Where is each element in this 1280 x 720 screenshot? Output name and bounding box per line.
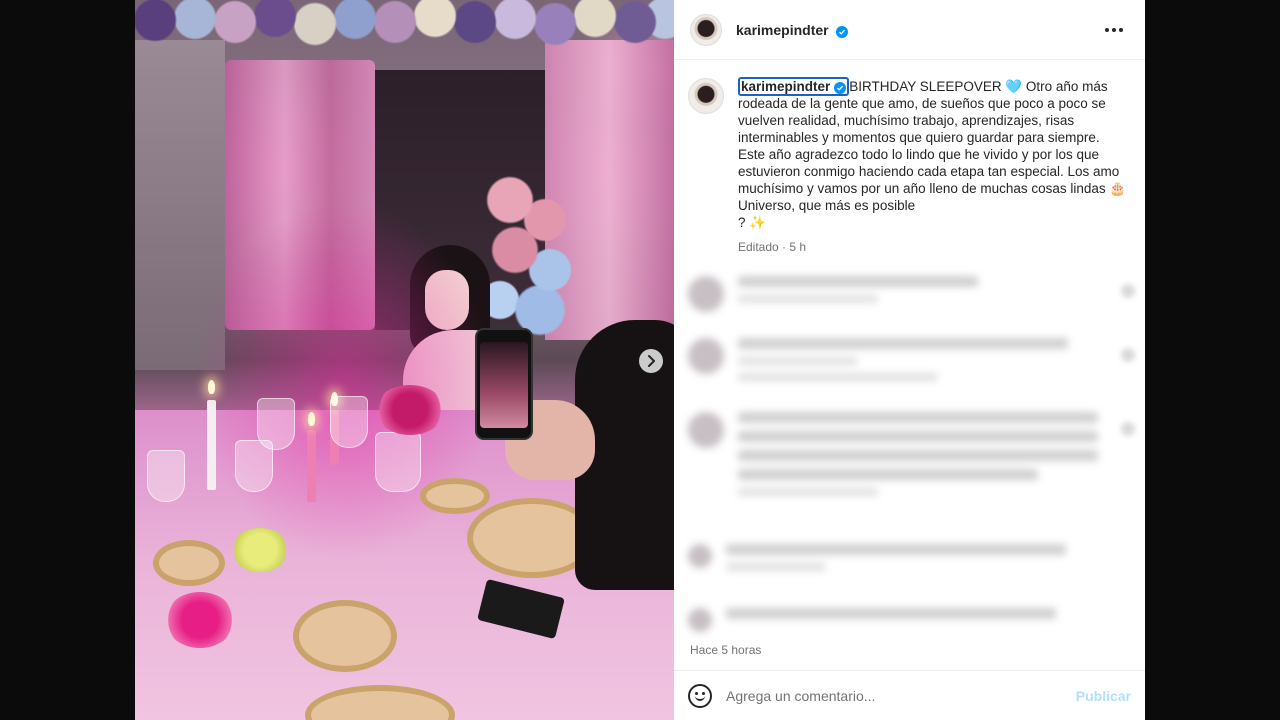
list-item[interactable] <box>688 338 1068 389</box>
publish-button[interactable]: Publicar <box>1076 688 1131 704</box>
photo-plate <box>420 478 490 514</box>
comments-list <box>674 272 1145 632</box>
post-time-ago[interactable]: Hace 5 horas <box>690 643 761 657</box>
photo-flame <box>208 380 215 394</box>
verified-badge-icon <box>834 82 847 94</box>
edited-label: Editado <box>738 240 779 254</box>
photo-glass <box>330 396 368 448</box>
photo-glass <box>147 450 185 502</box>
header-username[interactable]: karimepindter <box>736 22 849 38</box>
photo-glass <box>257 398 295 450</box>
comment-input[interactable] <box>726 687 1076 704</box>
comment-bar: Publicar <box>674 670 1145 720</box>
post-panel: karimepindter karimepindter BIRTHDAY SLEE… <box>674 0 1145 720</box>
caption-text-block: karimepindter BIRTHDAY SLEEPOVER 🩵 Otro a… <box>738 77 1128 256</box>
post-photo <box>135 0 674 720</box>
photo-glass <box>375 432 421 492</box>
caption-body: BIRTHDAY SLEEPOVER 🩵 Otro año más rodead… <box>738 79 1127 213</box>
photo-candle <box>207 400 216 490</box>
photo-flower-magenta <box>375 385 445 435</box>
next-photo-button[interactable] <box>639 349 663 373</box>
post-header: karimepindter <box>674 0 1145 60</box>
avatar[interactable] <box>690 13 722 46</box>
like-comment-icon[interactable] <box>1121 422 1135 436</box>
more-options-icon[interactable] <box>1099 22 1129 38</box>
emoji-icon[interactable] <box>688 683 712 708</box>
caption: karimepindter BIRTHDAY SLEEPOVER 🩵 Otro a… <box>674 60 1145 256</box>
list-item[interactable] <box>688 276 978 312</box>
verified-badge-icon <box>836 25 849 38</box>
like-comment-icon[interactable] <box>1121 284 1135 298</box>
photo-flame <box>308 412 315 426</box>
caption-username[interactable]: karimepindter <box>738 77 850 96</box>
username-text[interactable]: karimepindter <box>736 22 829 38</box>
chevron-right-icon <box>648 355 655 367</box>
photo-candle <box>307 430 316 502</box>
photo-flower-pink <box>165 592 235 648</box>
caption-meta: Editado · 5 h <box>738 240 807 254</box>
photo-ceiling-balloons <box>135 0 674 60</box>
list-item[interactable] <box>688 412 1098 504</box>
avatar[interactable] <box>688 78 724 114</box>
photo-phone-screen <box>480 342 528 428</box>
photo-plate <box>293 600 397 672</box>
backdrop-left <box>0 0 135 720</box>
list-item[interactable] <box>688 544 1066 579</box>
like-comment-icon[interactable] <box>1121 348 1135 362</box>
caption-ending: ? ✨ <box>738 215 767 230</box>
backdrop-right <box>1145 0 1280 720</box>
photo-flower-yellow <box>231 528 289 572</box>
caption-time: 5 h <box>789 240 807 254</box>
photo-plate <box>153 540 225 586</box>
list-item[interactable] <box>688 608 1056 632</box>
